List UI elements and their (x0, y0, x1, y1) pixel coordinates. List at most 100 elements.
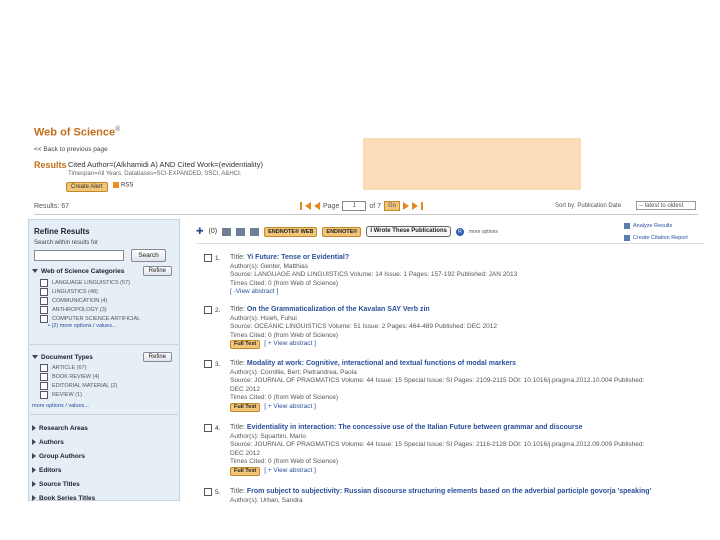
record-title-link[interactable]: Yi Future: Tense or Evidential? (247, 254, 349, 261)
rss-icon (113, 182, 119, 188)
endnote-button[interactable]: ENDNOTE® (322, 226, 362, 237)
endnote-web-button[interactable]: ENDNOTE® WEB (264, 226, 318, 237)
checkbox[interactable] (40, 278, 48, 287)
chevron-down-icon (32, 355, 38, 359)
record-times-cited: Times Cited: 0 (from Web of Science) (230, 331, 339, 339)
page-of: of 7 (369, 202, 382, 210)
category-row[interactable]: ANTHROPOLOGY (3) (40, 305, 175, 314)
sort-order-select[interactable]: -- latest to oldest (636, 201, 696, 210)
section-book-series-titles[interactable]: Book Series Titles (32, 491, 172, 505)
section-research-areas[interactable]: Research Areas (32, 421, 172, 435)
full-text-button[interactable]: Full Text (230, 340, 261, 349)
search-query: Cited Author=(Alkhamidi A) AND Cited Wor… (68, 160, 263, 169)
app-logo[interactable]: Web of Science® (34, 126, 120, 139)
checkbox[interactable] (40, 363, 48, 372)
record-body: Title: Yi Future: Tense or Evidential? A… (230, 254, 700, 297)
category-row[interactable]: COMMUNICATION (4) (40, 296, 175, 305)
next-page-icon[interactable] (403, 202, 410, 210)
doctype-row[interactable]: EDITORIAL MATERIAL (2) (40, 381, 175, 390)
record-times-cited: Times Cited: 0 (from Web of Science) (230, 458, 339, 465)
back-to-previous-link[interactable]: << Back to previous page (34, 146, 108, 153)
section-editors[interactable]: Editors (32, 463, 172, 477)
record-times-cited: Times Cited: 0 (from Web of Science) (230, 279, 339, 287)
full-text-button[interactable]: Full Text (230, 466, 261, 476)
checkbox[interactable] (204, 254, 212, 262)
first-page-icon[interactable] (305, 202, 311, 210)
checkbox[interactable] (204, 306, 212, 314)
doctype-row[interactable]: BOOK REVIEW (4) (40, 372, 175, 381)
checkbox[interactable] (204, 424, 212, 432)
analyze-results-link[interactable]: Analyze Results (624, 223, 672, 229)
prev-page-icon[interactable] (314, 202, 320, 210)
category-row[interactable]: COMPUTER SCIENCE ARTIFICIAL (40, 314, 175, 323)
search-button[interactable]: Search (131, 249, 166, 262)
categories-header: Web of Science Categories Refine (32, 266, 172, 276)
record-source: Source: LANGUAGE AND LINGUISTICS Volume:… (230, 271, 518, 278)
create-alert-button[interactable]: Create Alert (66, 182, 108, 192)
chevron-right-icon (32, 467, 36, 473)
record-title-link[interactable]: Evidentiality in interaction: The conces… (247, 424, 583, 431)
sort-by-label: Sort by: Publication Date (555, 203, 622, 209)
checkbox[interactable] (40, 305, 48, 314)
banner-placeholder (363, 138, 581, 190)
record-title-link[interactable]: From subject to subjectivity: Russian di… (247, 488, 651, 495)
i-wrote-these-button[interactable]: I Wrote These Publications (366, 226, 451, 237)
doctype-row[interactable]: ARTICLE (67) (40, 363, 175, 372)
citation-report-link[interactable]: Create Citation Report (624, 235, 688, 241)
view-abstract-link[interactable]: [ -View abstract ] (230, 288, 278, 295)
category-row[interactable]: LANGUAGE LINGUISTICS (57) (40, 278, 175, 287)
record: 4. Title: Evidentiality in interaction: … (204, 424, 704, 482)
divider (34, 214, 698, 215)
refine-doctypes-button[interactable]: Refine (142, 352, 172, 362)
record-title-link[interactable]: On the Grammaticalization of the Kavalan… (247, 306, 430, 313)
record-title: Title: Yi Future: Tense or Evidential? (230, 254, 350, 261)
doctypes-more-link[interactable]: more options / values... (32, 403, 89, 409)
search-query-details: Timespan=All Years. Databases=SCI-EXPAND… (68, 171, 242, 177)
record-title-link[interactable]: Modality at work: Cognitive, interaction… (247, 360, 516, 367)
print-icon[interactable] (222, 227, 232, 236)
checkbox[interactable] (40, 381, 48, 390)
categories-more-link[interactable]: • (2) more options / values... (48, 323, 175, 329)
rss-link[interactable]: RSS (113, 182, 133, 189)
doctypes-toggle[interactable]: Document Types (32, 354, 93, 361)
record-times-cited: Times Cited: 0 (from Web of Science) (230, 394, 339, 401)
search-within-input[interactable] (34, 250, 124, 261)
refine-categories-button[interactable]: Refine (142, 266, 172, 276)
record: 2. Title: On the Grammaticalization of t… (204, 306, 704, 354)
record: 1. Title: Yi Future: Tense or Evidential… (204, 254, 704, 298)
view-abstract-link[interactable]: [ + View abstract ] (264, 340, 316, 347)
checkbox[interactable] (40, 372, 48, 381)
checkbox[interactable] (40, 287, 48, 296)
category-row[interactable]: LINGUISTICS (48) (40, 287, 175, 296)
save-icon[interactable] (250, 227, 260, 236)
divider (30, 344, 178, 345)
checkbox[interactable] (204, 360, 212, 368)
record-published-date: DEC 2012 (230, 449, 260, 457)
section-group-authors[interactable]: Group Authors (32, 449, 172, 463)
pagination: Page 1 of 7 Go (300, 201, 424, 211)
email-icon[interactable] (236, 227, 246, 236)
section-authors[interactable]: Authors (32, 435, 172, 449)
doctype-row[interactable]: REVIEW (1) (40, 390, 175, 399)
record-number: 4. (204, 424, 220, 432)
checkbox[interactable] (40, 296, 48, 305)
more-options-link[interactable]: more options (469, 229, 498, 235)
chevron-right-icon (32, 453, 36, 459)
checkbox[interactable] (204, 488, 212, 496)
full-text-button[interactable]: Full Text (230, 402, 261, 412)
checkbox[interactable] (40, 314, 48, 323)
page-input[interactable]: 1 (342, 201, 367, 211)
first-page-bar-icon (300, 202, 302, 210)
checkbox[interactable] (40, 390, 48, 399)
select-page-icon[interactable]: ✚ (196, 226, 204, 237)
researcherid-badge[interactable]: R (455, 227, 464, 236)
view-abstract-link[interactable]: [ + View abstract ] (264, 467, 316, 474)
go-button[interactable]: Go (384, 201, 401, 211)
categories-list: LANGUAGE LINGUISTICS (57) LINGUISTICS (4… (40, 278, 175, 329)
categories-toggle[interactable]: Web of Science Categories (32, 268, 124, 275)
last-page-icon[interactable] (412, 202, 419, 210)
record-title: Title: On the Grammaticalization of the … (230, 306, 430, 313)
citation-report-icon (624, 235, 630, 241)
view-abstract-link[interactable]: [ + View abstract ] (264, 403, 316, 410)
section-source-titles[interactable]: Source Titles (32, 477, 172, 491)
